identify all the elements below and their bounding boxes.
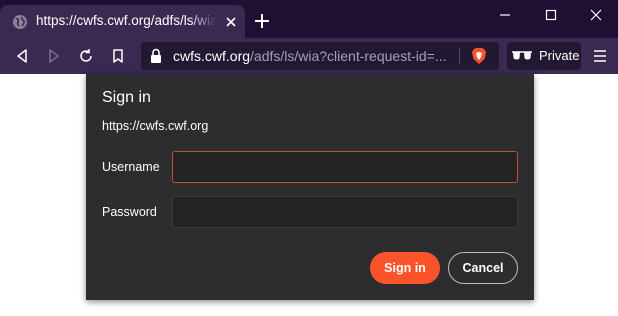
username-label: Username	[102, 160, 160, 174]
url-host: cwfs.cwf.org	[173, 48, 251, 64]
active-tab[interactable]: https://cwfs.cwf.org/adfs/ls/wia?client-…	[0, 5, 245, 38]
reload-icon	[80, 49, 92, 62]
globe-icon	[13, 15, 27, 29]
lock-icon[interactable]	[149, 48, 163, 64]
url-path: /adfs/ls/wia?client-request-id=...	[250, 48, 447, 64]
new-tab-plus-icon[interactable]	[252, 11, 272, 31]
close-window-icon	[590, 9, 602, 21]
minimize-button[interactable]	[485, 2, 525, 28]
cancel-button[interactable]: Cancel	[448, 252, 518, 284]
forward-icon	[49, 49, 59, 63]
dialog-title: Sign in	[102, 89, 151, 106]
reload-button[interactable]	[76, 46, 96, 66]
close-window-button[interactable]	[576, 2, 616, 28]
username-field[interactable]	[172, 151, 518, 183]
minimize-icon	[500, 14, 510, 16]
password-label: Password	[102, 205, 157, 219]
sign-in-dialog: Sign in https://cwfs.cwf.org Username Pa…	[86, 74, 534, 300]
tab-title: https://cwfs.cwf.org/adfs/ls/wia?client-…	[36, 13, 216, 28]
toolbar: cwfs.cwf.org/adfs/ls/wia?client-request-…	[0, 38, 618, 74]
url-text[interactable]: cwfs.cwf.org/adfs/ls/wia?client-request-…	[173, 48, 463, 66]
password-field[interactable]	[172, 196, 518, 228]
private-window-indicator[interactable]: Private	[507, 42, 581, 70]
private-label: Private	[539, 48, 580, 63]
title-bar: https://cwfs.cwf.org/adfs/ls/wia?client-…	[0, 0, 618, 38]
forward-button[interactable]	[44, 46, 64, 66]
bookmark-icon	[113, 49, 123, 63]
sunglasses-icon	[512, 51, 532, 60]
menu-icon[interactable]	[590, 46, 610, 66]
close-tab-icon[interactable]	[223, 14, 239, 30]
maximize-icon	[545, 9, 557, 21]
back-icon	[17, 49, 27, 63]
back-button[interactable]	[12, 46, 32, 66]
address-separator	[459, 48, 460, 64]
sign-in-button[interactable]: Sign in	[370, 252, 440, 284]
dialog-origin: https://cwfs.cwf.org	[102, 119, 209, 133]
bookmark-button[interactable]	[108, 46, 128, 66]
maximize-button[interactable]	[531, 2, 571, 28]
address-bar[interactable]: cwfs.cwf.org/adfs/ls/wia?client-request-…	[141, 42, 499, 70]
brave-shields-icon[interactable]	[471, 47, 487, 65]
